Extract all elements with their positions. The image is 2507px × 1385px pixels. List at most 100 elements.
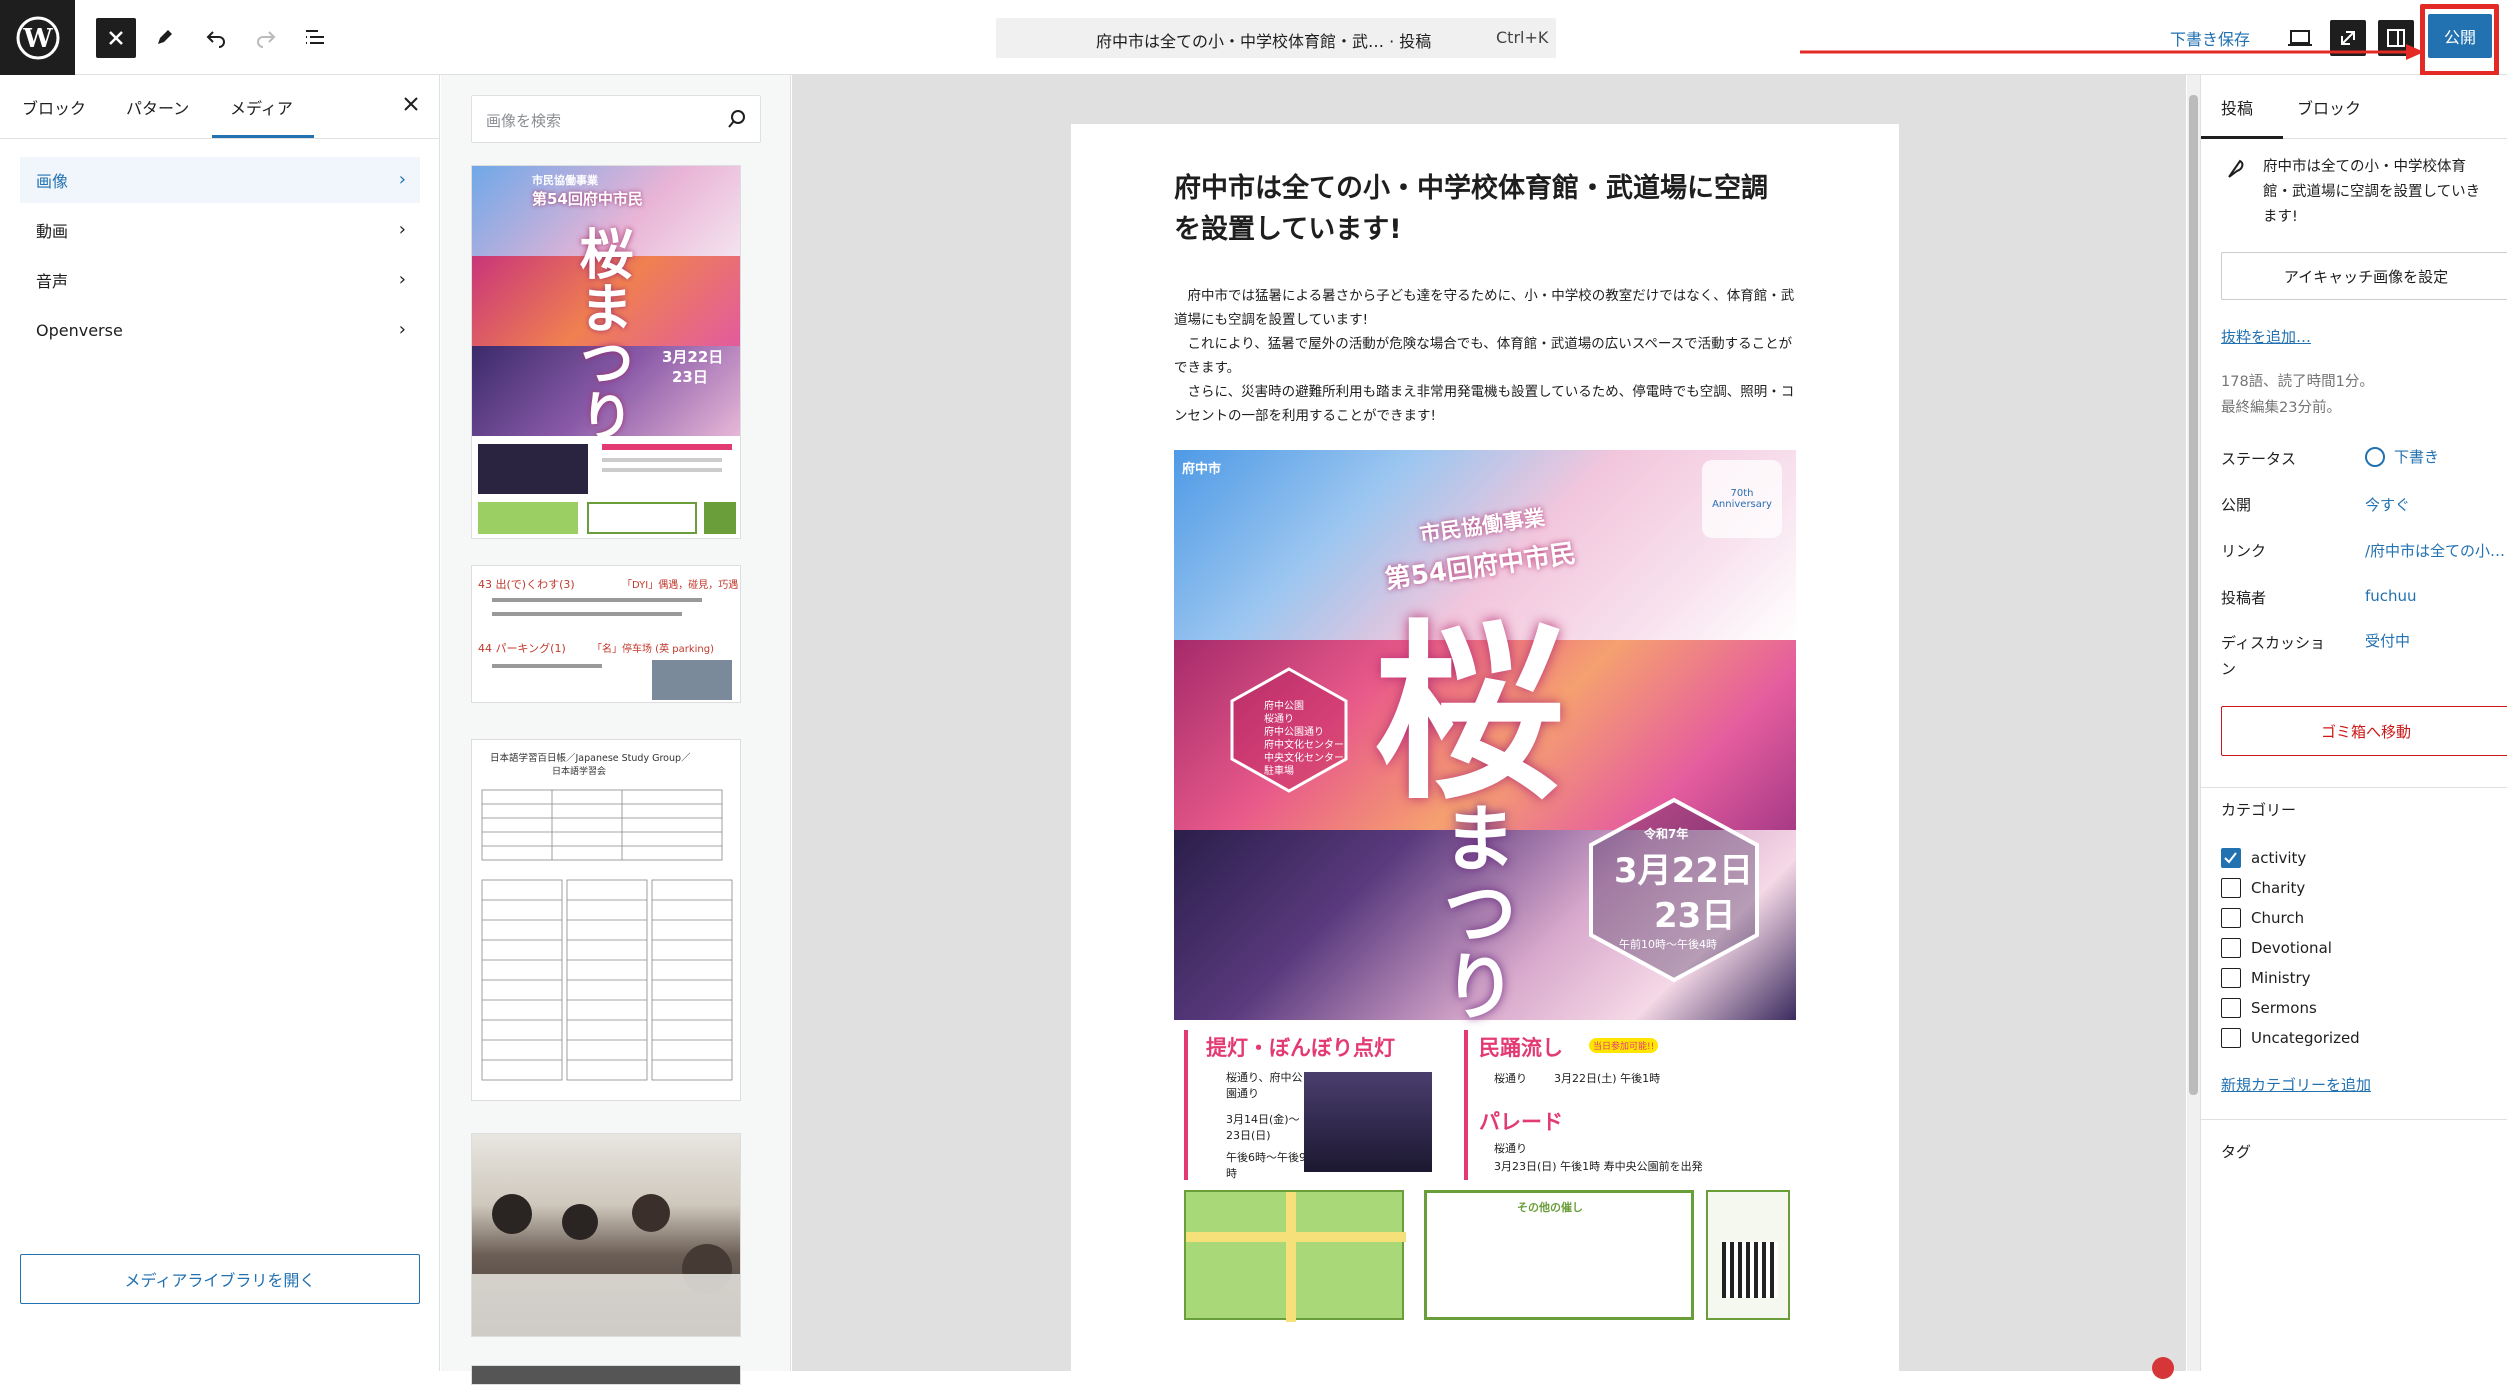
accent-bar: [1464, 1030, 1468, 1180]
paragraph[interactable]: これにより、猛暑で屋外の活動が危険な場合でも、体育館・武道場の広いスペースで活動…: [1174, 332, 1800, 380]
event1-time: 午後6時〜午後9時: [1226, 1151, 1306, 1180]
vocab-line1: 43 出(で)くわす(3): [478, 578, 575, 591]
post-content[interactable]: 府中市では猛暑による暑さから子ども達を守るために、小・中学校の教室だけではなく、…: [1174, 284, 1800, 428]
qr-box: [1706, 1190, 1790, 1320]
publish-button[interactable]: 公開: [2428, 14, 2492, 58]
media-thumbnail-partial[interactable]: [471, 1365, 741, 1385]
add-excerpt-link[interactable]: 抜粋を追加…: [2221, 326, 2311, 347]
anniversary-text: 70th Anniversary: [1712, 488, 1772, 510]
poster-big-char: 桜: [1374, 604, 1565, 825]
svg-text:W: W: [22, 24, 53, 54]
chevron-right-icon: ›: [398, 169, 406, 190]
venue-item: 府中公園: [1264, 701, 1304, 712]
accent-bar: [1184, 1030, 1188, 1180]
parking-photo: [652, 660, 732, 700]
categories-title: カテゴリー: [2221, 801, 2297, 819]
tags-title[interactable]: タグ: [2221, 1141, 2251, 1162]
last-edited: 最終編集23分前。: [2221, 400, 2341, 416]
notification-badge-icon: [2152, 1357, 2174, 1379]
qr-code-icon: [1722, 1242, 1778, 1298]
media-thumbnail-schedule[interactable]: 日本語学習百日帳／Japanese Study Group／ 日本語学習会: [471, 739, 741, 1101]
move-to-trash-button[interactable]: ゴミ箱へ移動: [2221, 706, 2507, 756]
poster-image[interactable]: 府中市 70th Anniversary 市民協働事業 第54回府中市民 桜 ま…: [1174, 450, 1796, 1030]
category-label: 音声: [36, 272, 69, 291]
category-label: Openverse: [36, 320, 123, 340]
close-icon[interactable]: [396, 89, 426, 119]
pencil-tools-icon[interactable]: [144, 18, 184, 58]
paragraph[interactable]: 府中市では猛暑による暑さから子ども達を守るために、小・中学校の教室だけではなく、…: [1174, 284, 1800, 332]
author-value[interactable]: fuchuu: [2365, 587, 2417, 605]
category-label: Sermons: [2251, 999, 2317, 1017]
poster-time: 午前10時〜午後4時: [1619, 938, 1717, 951]
poster-big: 桜まつり: [570, 226, 633, 442]
photo-block: [478, 444, 588, 494]
scroll-thumb[interactable]: [2189, 95, 2198, 1095]
event3-place: 桜通り: [1494, 1142, 1527, 1155]
status-value[interactable]: 下書き: [2394, 446, 2439, 467]
publish-value[interactable]: 今すぐ: [2365, 494, 2410, 515]
category-checkbox-charity[interactable]: [2221, 878, 2241, 898]
media-results-panel: 画像を検索 市民協働事業 第54回府中市民 桜まつり 3月22日 23日 43 …: [441, 75, 791, 1385]
search-icon: [728, 110, 745, 128]
editor-canvas: 府中市は全ての小・中学校体育館・武道場に空調を設置しています! 府中市では猛暑に…: [792, 75, 2186, 1374]
vocab-line1b: 「DYI」偶遇，碰見，巧遇: [622, 580, 739, 591]
venue-item: 桜通り: [1264, 714, 1294, 725]
event3-title: パレード: [1479, 1110, 1563, 1134]
anniversary-logo: 70th Anniversary: [1702, 460, 1782, 538]
poster-big-kana: まつり: [1430, 800, 1516, 1022]
category-checkbox-church[interactable]: [2221, 908, 2241, 928]
save-draft-button[interactable]: 下書き保存: [2170, 26, 2250, 50]
post-title[interactable]: 府中市は全ての小・中学校体育館・武道場に空調を設置しています!: [1174, 168, 1794, 250]
open-media-library-button[interactable]: メディアライブラリを開く: [20, 1254, 420, 1304]
media-thumbnail-vocab[interactable]: 43 出(で)くわす(3) 「DYI」偶遇，碰見，巧遇 44 パーキング(1) …: [471, 565, 741, 703]
media-thumbnail-poster[interactable]: 市民協働事業 第54回府中市民 桜まつり 3月22日 23日: [471, 165, 741, 539]
command-bar[interactable]: 府中市は全ての小・中学校体育館・武… · 投稿 Ctrl+K: [996, 18, 1556, 58]
category-checkbox-uncategorized[interactable]: [2221, 1028, 2241, 1048]
canvas-scrollbar[interactable]: [2187, 75, 2200, 1371]
status-label: ステータス: [2221, 450, 2297, 468]
tab-post[interactable]: 投稿: [2221, 95, 2253, 119]
media-category-video[interactable]: 動画 ›: [20, 207, 420, 253]
category-label: Church: [2251, 909, 2305, 927]
chevron-right-icon: ›: [398, 219, 406, 240]
publish-label: 公開: [2221, 496, 2252, 514]
paragraph[interactable]: さらに、災害時の避難所利用も踏まえ非常用発電機も設置しているため、停電時でも空調…: [1174, 380, 1800, 428]
check-icon: [2224, 852, 2237, 864]
tab-blocks[interactable]: ブロック: [22, 95, 86, 119]
settings-sidebar-icon[interactable]: [2378, 20, 2414, 56]
lantern-photo: [1304, 1072, 1432, 1172]
set-featured-image-button[interactable]: アイキャッチ画像を設定: [2221, 252, 2507, 300]
media-category-openverse[interactable]: Openverse ›: [20, 307, 420, 353]
category-label: Charity: [2251, 879, 2306, 897]
chevron-right-icon: ›: [398, 319, 406, 340]
undo-icon[interactable]: [196, 18, 236, 58]
view-post-icon[interactable]: [2330, 20, 2366, 56]
tab-media[interactable]: メディア: [230, 95, 293, 119]
image-search-input[interactable]: 画像を検索: [471, 95, 761, 143]
category-checkbox-activity[interactable]: [2221, 848, 2241, 868]
document-overview-icon[interactable]: [296, 18, 336, 58]
media-category-images[interactable]: 画像 ›: [20, 157, 420, 203]
close-inserter-icon[interactable]: [96, 18, 136, 58]
media-thumbnail-classroom-photo[interactable]: [471, 1133, 741, 1337]
tab-block[interactable]: ブロック: [2297, 95, 2361, 119]
category-checkbox-ministry[interactable]: [2221, 968, 2241, 988]
add-category-link[interactable]: 新規カテゴリーを追加: [2221, 1074, 2371, 1095]
text-line: [492, 612, 682, 616]
preview-device-icon[interactable]: [2280, 18, 2320, 58]
link-value[interactable]: /府中市は全ての小…: [2365, 540, 2505, 561]
redo-icon[interactable]: [246, 18, 286, 58]
tab-patterns[interactable]: パターン: [126, 95, 189, 119]
discussion-value[interactable]: 受付中: [2365, 630, 2410, 651]
event1-place: 桜通り、府中公園通り: [1226, 1071, 1303, 1100]
text-line: [602, 458, 722, 462]
category-checkbox-sermons[interactable]: [2221, 998, 2241, 1018]
poster-bottom: [472, 436, 740, 538]
schedule-sub: 日本語学習会: [552, 767, 607, 777]
settings-sidebar: 投稿 ブロック 府中市は全ての小・中学校体育館・武道場に空調を設置していきます!…: [2200, 75, 2507, 1371]
media-category-audio[interactable]: 音声 ›: [20, 257, 420, 303]
wordpress-logo-icon[interactable]: W: [0, 0, 75, 75]
category-checkbox-devotional[interactable]: [2221, 938, 2241, 958]
venue-item: 駐車場: [1264, 766, 1294, 777]
other-block: [587, 502, 697, 534]
